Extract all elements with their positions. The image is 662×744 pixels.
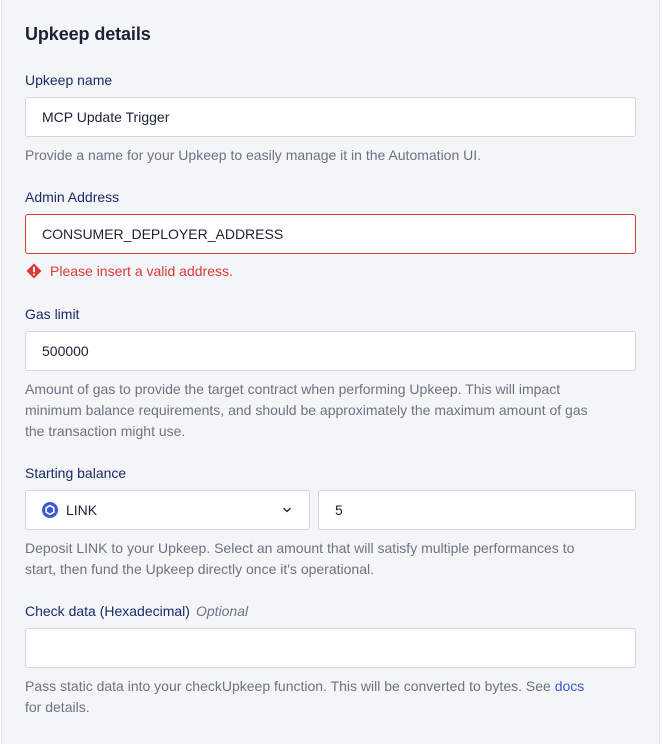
check-data-label-row: Check data (Hexadecimal) Optional [25, 603, 248, 619]
docs-link[interactable]: docs [555, 678, 585, 694]
link-token-icon [42, 502, 58, 518]
amount-value: 5 [335, 502, 343, 518]
admin-address-error-text: Please insert a valid address. [50, 263, 233, 279]
gas-limit-help-line1: Amount of gas to provide the target cont… [25, 381, 561, 397]
admin-address-value: CONSUMER_DEPLOYER_ADDRESS [42, 226, 284, 242]
chevron-down-icon [283, 507, 291, 513]
upkeep-details-panel: Upkeep details Upkeep name MCP Update Tr… [1, 0, 660, 744]
gas-limit-help-line3: the transaction might use. [25, 423, 186, 439]
optional-tag: Optional [195, 603, 249, 619]
token-select-value: LINK [66, 502, 98, 518]
token-select[interactable]: LINK [25, 490, 310, 530]
starting-balance-help-line2: start, then fund the Upkeep directly onc… [25, 561, 374, 577]
gas-limit-value: 500000 [42, 343, 89, 359]
admin-address-label: Admin Address [25, 189, 120, 205]
starting-balance-help-line1: Deposit LINK to your Upkeep. Select an a… [25, 540, 575, 556]
gas-limit-label: Gas limit [25, 306, 80, 322]
check-data-help-line1: Pass static data into your checkUpkeep f… [25, 678, 551, 694]
gas-limit-help: Amount of gas to provide the target cont… [25, 379, 588, 442]
exclamation-diamond-icon [26, 263, 42, 279]
admin-address-error: Please insert a valid address. [26, 263, 233, 279]
upkeep-name-label: Upkeep name [25, 72, 113, 88]
upkeep-name-help: Provide a name for your Upkeep to easily… [25, 147, 482, 163]
check-data-help: Pass static data into your checkUpkeep f… [25, 676, 584, 718]
gas-limit-input[interactable]: 500000 [25, 331, 636, 371]
upkeep-name-input[interactable]: MCP Update Trigger [25, 97, 636, 137]
admin-address-input[interactable]: CONSUMER_DEPLOYER_ADDRESS [25, 214, 636, 254]
check-data-input[interactable] [25, 628, 636, 668]
starting-balance-label: Starting balance [25, 465, 127, 481]
upkeep-name-value: MCP Update Trigger [42, 109, 170, 125]
amount-input[interactable]: 5 [318, 490, 636, 530]
section-title: Upkeep details [25, 24, 151, 44]
check-data-label: Check data (Hexadecimal) [25, 603, 190, 619]
check-data-help-line2: for details. [25, 699, 90, 715]
gas-limit-help-line2: minimum balance requirements, and should… [25, 402, 588, 418]
starting-balance-help: Deposit LINK to your Upkeep. Select an a… [25, 538, 574, 580]
